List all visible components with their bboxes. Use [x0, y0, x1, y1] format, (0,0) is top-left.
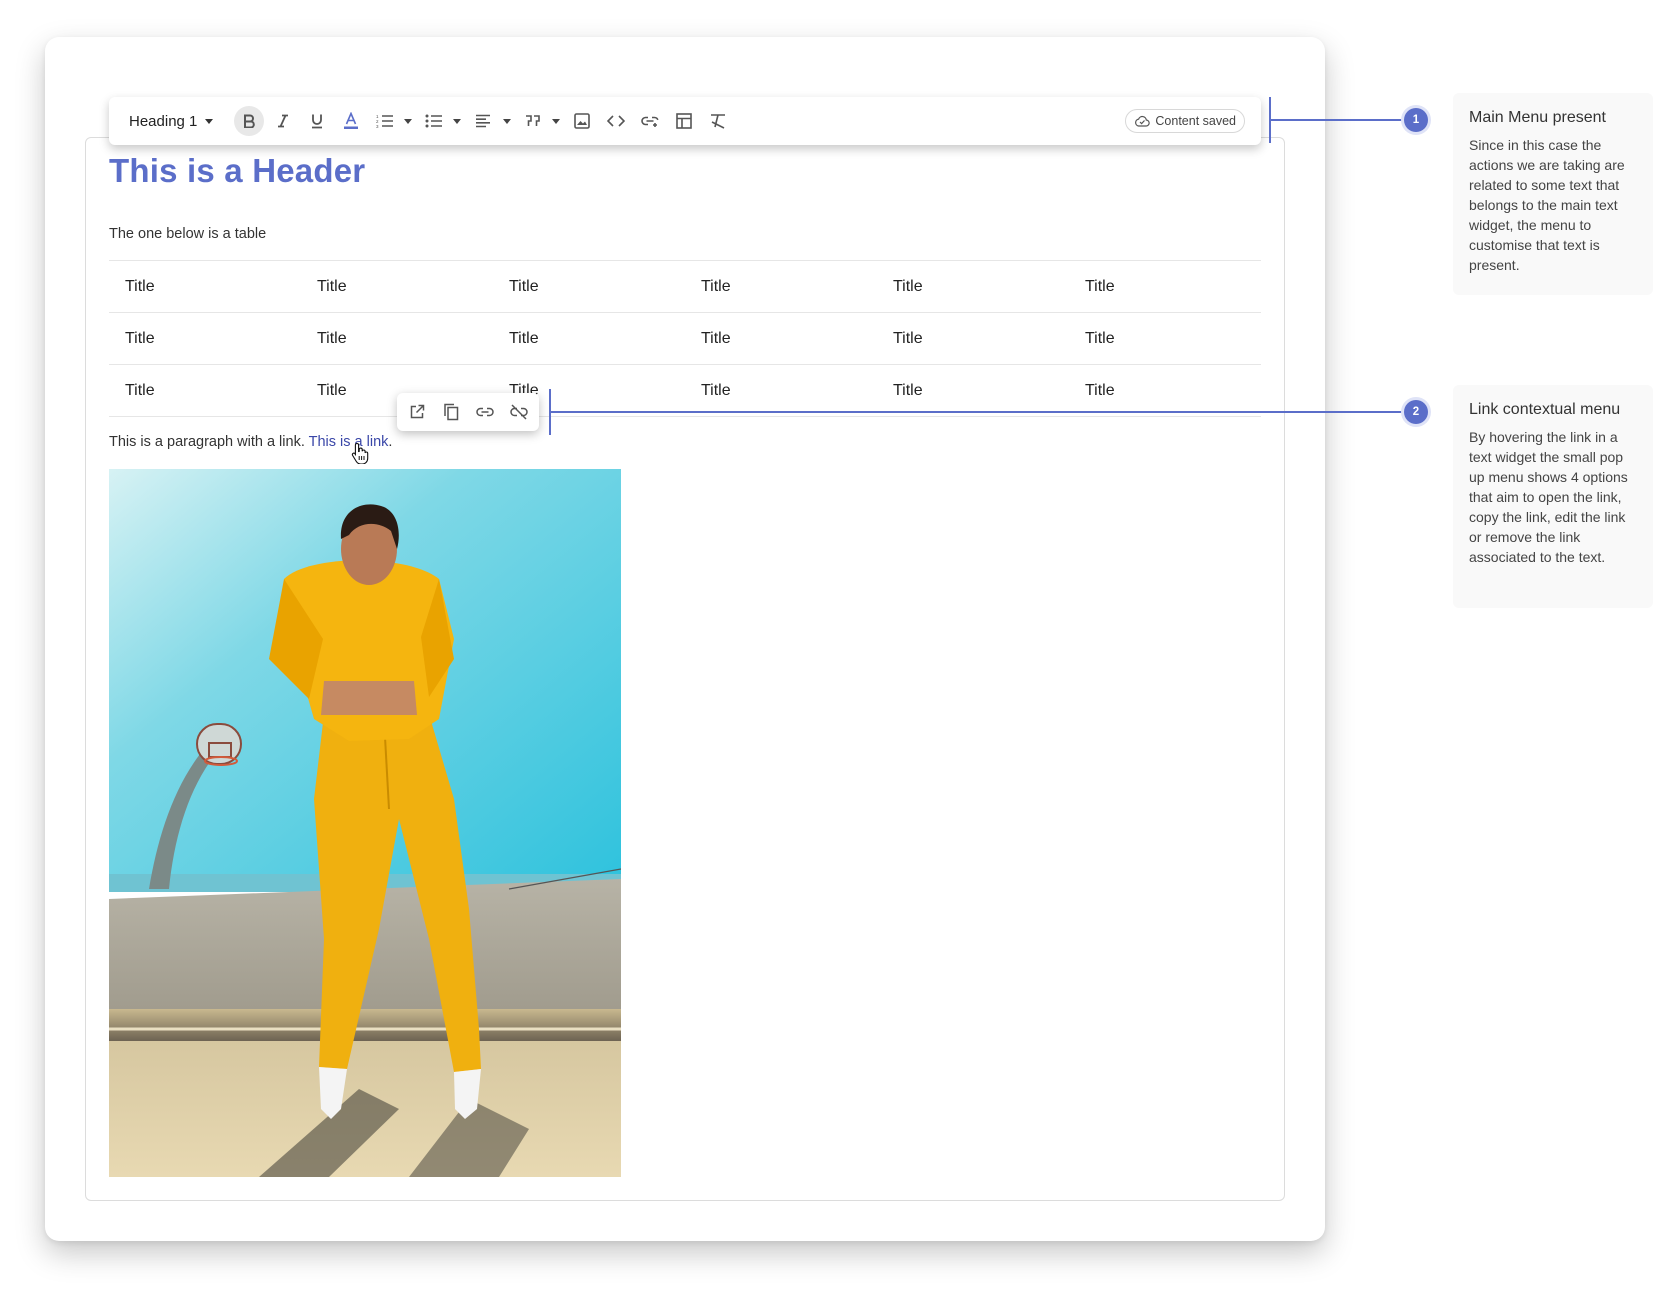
table-icon	[676, 113, 692, 129]
clear-format-icon	[711, 114, 725, 129]
table-cell[interactable]: Title	[1069, 312, 1261, 365]
add-link-icon	[641, 116, 659, 127]
align-dropdown[interactable]	[503, 119, 511, 125]
underline-icon	[312, 114, 322, 129]
quote-dropdown[interactable]	[552, 119, 560, 125]
callout-2-line	[550, 411, 1416, 413]
table-cell[interactable]: Title	[877, 364, 1069, 417]
insert-image-button[interactable]	[567, 106, 597, 136]
table-cell[interactable]: Title	[1069, 364, 1261, 417]
table-cell[interactable]: Title	[301, 260, 493, 313]
hand-pointer-icon	[351, 442, 369, 464]
table-cell[interactable]: Title	[109, 312, 301, 365]
bold-button[interactable]	[234, 106, 264, 136]
annotation-note-1: Main Menu present Since in this case the…	[1453, 93, 1653, 295]
bold-icon	[244, 114, 255, 128]
document-heading[interactable]: This is a Header	[109, 152, 365, 190]
bullet-list-icon	[425, 114, 442, 128]
paragraph-text: This is a paragraph with a link.	[109, 434, 309, 450]
table-row: Title Title Title Title Title Title	[109, 312, 1261, 365]
link-contextual-menu	[397, 393, 539, 431]
numbered-list-button[interactable]: 123	[370, 106, 400, 136]
image-icon	[574, 113, 590, 129]
table-cell[interactable]: Title	[685, 364, 877, 417]
code-icon	[607, 115, 625, 127]
link-icon	[476, 407, 494, 417]
main-toolbar: Heading 1 123 Content saved	[109, 97, 1261, 145]
content-table: Title Title Title Title Title Title Title Title…	[109, 260, 1261, 417]
table-cell[interactable]: Title	[877, 312, 1069, 365]
table-row: Title Title Title Title Title Title	[109, 364, 1261, 417]
numbered-list-dropdown[interactable]	[404, 119, 412, 125]
table-cell[interactable]: Title	[877, 260, 1069, 313]
annotation-2-text: By hovering the link in a text widget th…	[1469, 429, 1628, 565]
table-cell[interactable]: Title	[109, 364, 301, 417]
text-color-button[interactable]	[336, 106, 366, 136]
table-cell[interactable]: Title	[493, 260, 685, 313]
callout-1-badge: 1	[1404, 108, 1428, 132]
table-cell[interactable]: Title	[301, 312, 493, 365]
paragraph-link[interactable]: This is a link	[309, 434, 389, 450]
annotation-1-text: Since in this case the actions we are ta…	[1469, 137, 1625, 273]
code-button[interactable]	[601, 106, 631, 136]
table-cell[interactable]: Title	[493, 312, 685, 365]
heading-select[interactable]: Heading 1	[129, 97, 214, 145]
italic-button[interactable]	[268, 106, 298, 136]
table-cell[interactable]: Title	[685, 260, 877, 313]
bullet-list-dropdown[interactable]	[453, 119, 461, 125]
copy-link-button[interactable]	[437, 398, 465, 426]
numbered-list-icon: 123	[376, 114, 393, 128]
callout-2-badge: 2	[1404, 400, 1428, 424]
align-button[interactable]	[468, 106, 498, 136]
content-saved-label: Content saved	[1155, 114, 1236, 128]
paragraph-suffix: .	[388, 434, 393, 450]
underline-button[interactable]	[302, 106, 332, 136]
annotation-2-title: Link contextual menu	[1469, 401, 1621, 418]
fashion-photo[interactable]	[109, 469, 621, 1177]
italic-icon	[278, 114, 288, 128]
woman-in-yellow-tracksuit-image	[109, 469, 621, 1177]
chevron-down-icon	[205, 118, 214, 124]
table-cell[interactable]: Title	[109, 260, 301, 313]
edit-link-button[interactable]	[471, 398, 499, 426]
table-row: Title Title Title Title Title Title	[109, 260, 1261, 313]
callout-1-line	[1270, 119, 1416, 121]
align-left-icon	[476, 114, 490, 128]
table-cell[interactable]: Title	[685, 312, 877, 365]
open-link-button[interactable]	[403, 398, 431, 426]
content-saved-status: Content saved	[1125, 109, 1245, 133]
link-paragraph[interactable]: This is a paragraph with a link. This is…	[109, 434, 392, 450]
insert-link-button[interactable]	[635, 106, 665, 136]
open-external-icon	[410, 404, 425, 419]
annotation-note-2: Link contextual menu By hovering the lin…	[1453, 385, 1653, 608]
copy-icon	[444, 403, 459, 421]
clear-format-button[interactable]	[703, 106, 733, 136]
table-cell[interactable]: Title	[1069, 260, 1261, 313]
remove-link-button[interactable]	[505, 398, 533, 426]
intro-paragraph[interactable]: The one below is a table	[109, 226, 266, 242]
cloud-check-icon	[1135, 115, 1151, 127]
svg-text:3: 3	[376, 124, 379, 128]
unlink-icon	[510, 404, 528, 420]
quote-icon	[526, 115, 540, 126]
text-color-icon	[344, 112, 358, 129]
bullet-list-button[interactable]	[419, 106, 449, 136]
insert-table-button[interactable]	[669, 106, 699, 136]
heading-select-label: Heading 1	[129, 112, 198, 130]
annotation-1-title: Main Menu present	[1469, 109, 1606, 126]
quote-button[interactable]	[518, 106, 548, 136]
